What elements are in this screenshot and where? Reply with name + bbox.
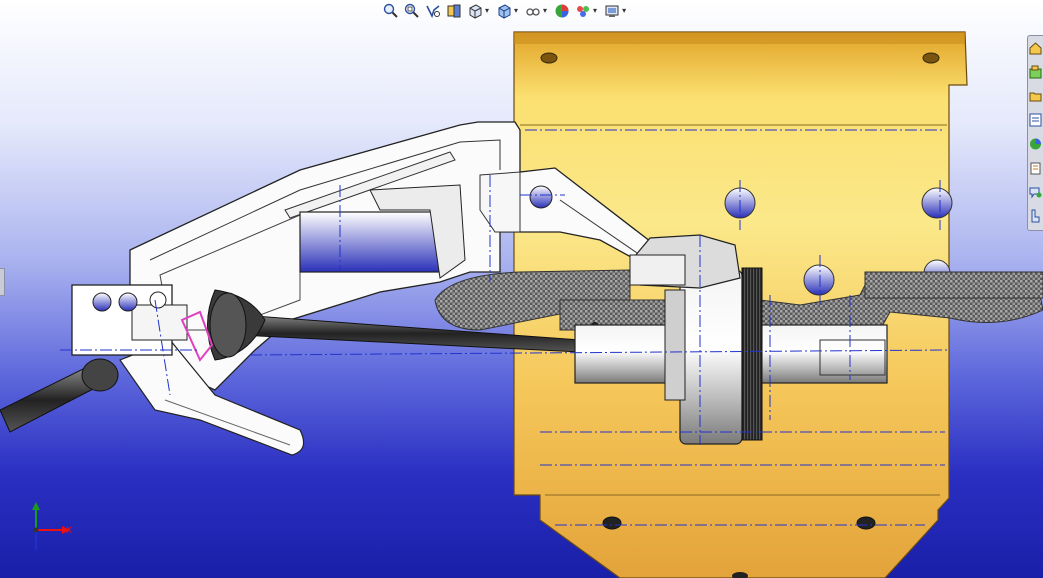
mount-hole <box>922 52 940 64</box>
apply-scene-icon[interactable] <box>574 2 592 20</box>
cad-model[interactable] <box>0 0 1043 578</box>
chevron-down-icon[interactable]: ▾ <box>543 2 547 20</box>
home-icon[interactable] <box>1029 38 1042 58</box>
plate-hole <box>921 187 953 219</box>
chevron-down-icon[interactable]: ▾ <box>485 2 489 20</box>
design-library-icon[interactable] <box>1029 62 1042 82</box>
triad-x-label: X <box>66 526 72 536</box>
feature-manager-collapse-tab[interactable] <box>0 268 5 296</box>
custom-properties-icon[interactable] <box>1029 158 1042 178</box>
previous-view-icon[interactable] <box>424 2 442 20</box>
plate-hole <box>602 516 622 530</box>
view-orientation-icon[interactable] <box>466 2 484 20</box>
task-pane-tabs <box>1027 35 1043 231</box>
chevron-down-icon[interactable]: ▾ <box>622 2 626 20</box>
section-view-icon[interactable] <box>445 2 463 20</box>
forum-icon[interactable] <box>1029 182 1042 202</box>
toolbox-icon[interactable] <box>1029 206 1042 226</box>
view-palette-icon[interactable] <box>1029 110 1042 130</box>
heads-up-view-toolbar: ▾ ▾ ▾ ▾ ▾ <box>382 0 629 22</box>
zoom-to-fit-icon[interactable] <box>382 2 400 20</box>
plate-hole <box>856 516 876 530</box>
display-style-icon[interactable] <box>495 2 513 20</box>
view-settings-icon[interactable] <box>603 2 621 20</box>
chevron-down-icon[interactable]: ▾ <box>514 2 518 20</box>
graphics-area[interactable]: ▾ ▾ ▾ ▾ ▾ X <box>0 0 1043 578</box>
edit-appearance-icon[interactable] <box>553 2 571 20</box>
plate-hole <box>803 264 835 296</box>
file-explorer-icon[interactable] <box>1029 86 1042 106</box>
appearances-icon[interactable] <box>1029 134 1042 154</box>
mount-hole <box>540 52 558 64</box>
chevron-down-icon[interactable]: ▾ <box>593 2 597 20</box>
reference-triad: X <box>32 502 72 550</box>
hub-carrier[interactable] <box>71 284 188 356</box>
hide-show-items-icon[interactable] <box>524 2 542 20</box>
zoom-to-area-icon[interactable] <box>403 2 421 20</box>
